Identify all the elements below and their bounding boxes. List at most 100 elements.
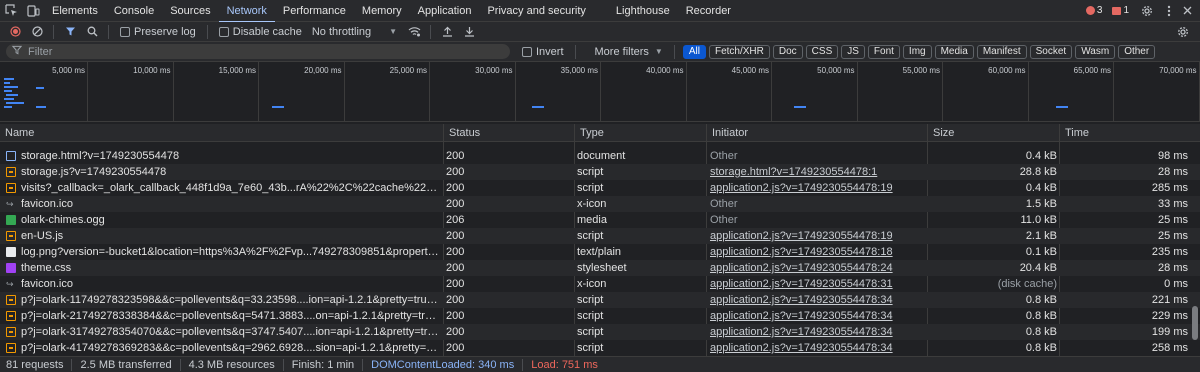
request-initiator[interactable]: application2.js?v=1749230554478:34 — [710, 292, 920, 308]
request-name-cell[interactable]: ↪ favicon.ico — [6, 196, 440, 212]
network-overview-timeline[interactable]: 5,000 ms 10,000 ms 15,000 ms 20,000 ms 25,00… — [0, 62, 1200, 122]
request-initiator[interactable]: storage.html?v=1749230554478:1 — [710, 164, 920, 180]
checkbox-box[interactable] — [120, 26, 130, 37]
more-options-icon[interactable] — [1162, 0, 1176, 22]
tab-application[interactable]: Application — [410, 0, 480, 22]
filter-funnel-icon[interactable] — [59, 22, 81, 42]
search-icon[interactable] — [81, 22, 103, 42]
request-name-cell[interactable]: storage.js?v=1749230554478 — [6, 164, 440, 180]
request-name-cell[interactable]: p?j=olark-11749278323598&&c=pollevents&q… — [6, 292, 440, 308]
request-row[interactable]: olark-chimes.ogg 206 media Other 11.0 kB 25 m… — [0, 212, 1200, 228]
request-row[interactable]: visits?_callback=_olark_callback_448f1d9… — [0, 180, 1200, 196]
request-name-cell[interactable]: visits?_callback=_olark_callback_448f1d9… — [6, 180, 440, 196]
request-name: storage.js?v=1749230554478 — [21, 166, 167, 178]
tab-lighthouse[interactable]: Lighthouse — [608, 0, 678, 22]
tab-sources[interactable]: Sources — [162, 0, 218, 22]
request-time: 28 ms — [1158, 166, 1188, 178]
table-scrollbar[interactable] — [1191, 148, 1199, 356]
type-filter-other[interactable]: Other — [1118, 44, 1156, 59]
request-name-cell[interactable]: p?j=olark-21749278338384&&c=pollevents&q… — [6, 308, 440, 324]
request-size: 0.8 kB — [1025, 310, 1057, 322]
request-name-cell[interactable]: p?j=olark-31749278354070&&c=pollevents&q… — [6, 324, 440, 340]
type-filter-media[interactable]: Media — [934, 44, 974, 59]
column-header-time[interactable]: Time — [1059, 124, 1200, 142]
column-header-initiator[interactable]: Initiator — [706, 124, 927, 142]
request-initiator[interactable]: application2.js?v=1749230554478:34 — [710, 308, 920, 324]
request-initiator: Other — [710, 214, 738, 226]
invert-checkbox[interactable]: Invert — [522, 46, 564, 58]
panel-tabs: Elements Console Sources Network Performance… — [44, 0, 739, 23]
clear-icon[interactable] — [26, 22, 48, 42]
tab-memory[interactable]: Memory — [354, 0, 410, 22]
network-settings-gear-icon[interactable] — [1172, 22, 1194, 42]
request-type: script — [577, 294, 604, 306]
tab-console[interactable]: Console — [106, 0, 162, 22]
request-row[interactable]: storage.html?v=1749230554478 200 document O… — [0, 148, 1200, 164]
type-filter-css[interactable]: CSS — [805, 44, 839, 59]
request-initiator[interactable]: application2.js?v=1749230554478:34 — [710, 324, 920, 340]
disable-cache-checkbox[interactable]: Disable cache — [218, 26, 302, 38]
type-filter-manifest[interactable]: Manifest — [976, 44, 1027, 59]
tab-performance[interactable]: Performance — [275, 0, 354, 22]
device-toolbar-icon[interactable] — [22, 0, 44, 22]
error-counter[interactable]: 3 — [1083, 5, 1106, 16]
request-status: 200 — [446, 230, 465, 242]
type-filter-socket[interactable]: Socket — [1029, 44, 1073, 59]
type-filter-all[interactable]: All — [682, 44, 706, 59]
tab-privacy-and-security[interactable]: Privacy and security — [479, 0, 593, 22]
type-filter-img[interactable]: Img — [902, 44, 932, 59]
request-initiator[interactable]: application2.js?v=1749230554478:18 — [710, 244, 920, 260]
column-header-status[interactable]: Status — [443, 124, 574, 142]
request-row[interactable]: p?j=olark-11749278323598&&c=pollevents&q… — [0, 292, 1200, 308]
request-initiator[interactable]: application2.js?v=1749230554478:34 — [710, 340, 920, 356]
request-name-cell[interactable]: theme.css — [6, 260, 440, 276]
scrollbar-thumb[interactable] — [1192, 306, 1198, 340]
request-name-cell[interactable]: log.png?version=-bucket1&location=https%… — [6, 244, 440, 260]
type-filter-wasm[interactable]: Wasm — [1075, 44, 1116, 59]
request-initiator[interactable]: application2.js?v=1749230554478:31 — [710, 276, 920, 292]
checkbox-box[interactable] — [522, 46, 532, 57]
resource-type-filters: All Fetch/XHR Doc CSS JS Font Img Media Manifest… — [680, 44, 1156, 59]
checkbox-box[interactable] — [218, 26, 229, 37]
filter-input[interactable]: Filter — [6, 44, 510, 59]
request-initiator[interactable]: application2.js?v=1749230554478:24 — [710, 260, 920, 276]
column-header-type[interactable]: Type — [574, 124, 706, 142]
type-filter-js[interactable]: JS — [841, 44, 865, 59]
request-name-cell[interactable]: ↪ favicon.ico — [6, 276, 440, 292]
type-filter-font[interactable]: Font — [867, 44, 900, 59]
request-initiator[interactable]: application2.js?v=1749230554478:19 — [710, 228, 920, 244]
request-row[interactable]: ↪ favicon.ico 200 x-icon Other 1.5 kB 33 ms — [0, 196, 1200, 212]
preserve-log-checkbox[interactable]: Preserve log — [120, 26, 196, 38]
export-har-download-icon[interactable] — [458, 22, 480, 42]
request-row[interactable]: en-US.js 200 script application2.js?v=17492… — [0, 228, 1200, 244]
request-name-cell[interactable]: storage.html?v=1749230554478 — [6, 148, 440, 164]
tab-elements[interactable]: Elements — [44, 0, 106, 22]
more-filters-dropdown[interactable]: More filters ▼ — [589, 46, 669, 58]
type-filter-doc[interactable]: Doc — [772, 44, 803, 59]
request-row[interactable]: p?j=olark-31749278354070&&c=pollevents&q… — [0, 324, 1200, 340]
tab-recorder[interactable]: Recorder — [678, 0, 739, 22]
request-row[interactable]: theme.css 200 stylesheet application2.js?v=… — [0, 260, 1200, 276]
request-name-cell[interactable]: olark-chimes.ogg — [6, 212, 440, 228]
tab-network[interactable]: Network — [218, 0, 276, 23]
network-conditions-wifi-icon[interactable] — [403, 22, 425, 42]
inspect-element-icon[interactable] — [0, 0, 22, 22]
request-initiator[interactable]: application2.js?v=1749230554478:19 — [710, 180, 920, 196]
column-header-size[interactable]: Size — [927, 124, 1059, 142]
request-row[interactable]: storage.js?v=1749230554478 200 script stora… — [0, 164, 1200, 180]
record-icon[interactable] — [4, 22, 26, 42]
issue-counter[interactable]: 1 — [1109, 5, 1132, 16]
request-row[interactable]: log.png?version=-bucket1&location=https%… — [0, 244, 1200, 260]
settings-gear-icon[interactable] — [1136, 0, 1158, 22]
request-row[interactable]: ↪ favicon.ico 200 x-icon application2.js?v=1… — [0, 276, 1200, 292]
close-devtools-icon[interactable] — [1180, 0, 1194, 22]
request-row[interactable]: p?j=olark-21749278338384&&c=pollevents&q… — [0, 308, 1200, 324]
column-header-name[interactable]: Name — [0, 124, 443, 142]
type-filter-fetch-xhr[interactable]: Fetch/XHR — [708, 44, 770, 59]
request-row[interactable]: p?j=olark-41749278369283&&c=pollevents&q… — [0, 340, 1200, 356]
import-har-upload-icon[interactable] — [436, 22, 458, 42]
throttling-select[interactable]: No throttling ▼ — [312, 26, 397, 38]
request-name-cell[interactable]: en-US.js — [6, 228, 440, 244]
dom-content-loaded-time: DOMContentLoaded: 340 ms — [363, 358, 524, 371]
request-name-cell[interactable]: p?j=olark-41749278369283&&c=pollevents&q… — [6, 340, 440, 356]
